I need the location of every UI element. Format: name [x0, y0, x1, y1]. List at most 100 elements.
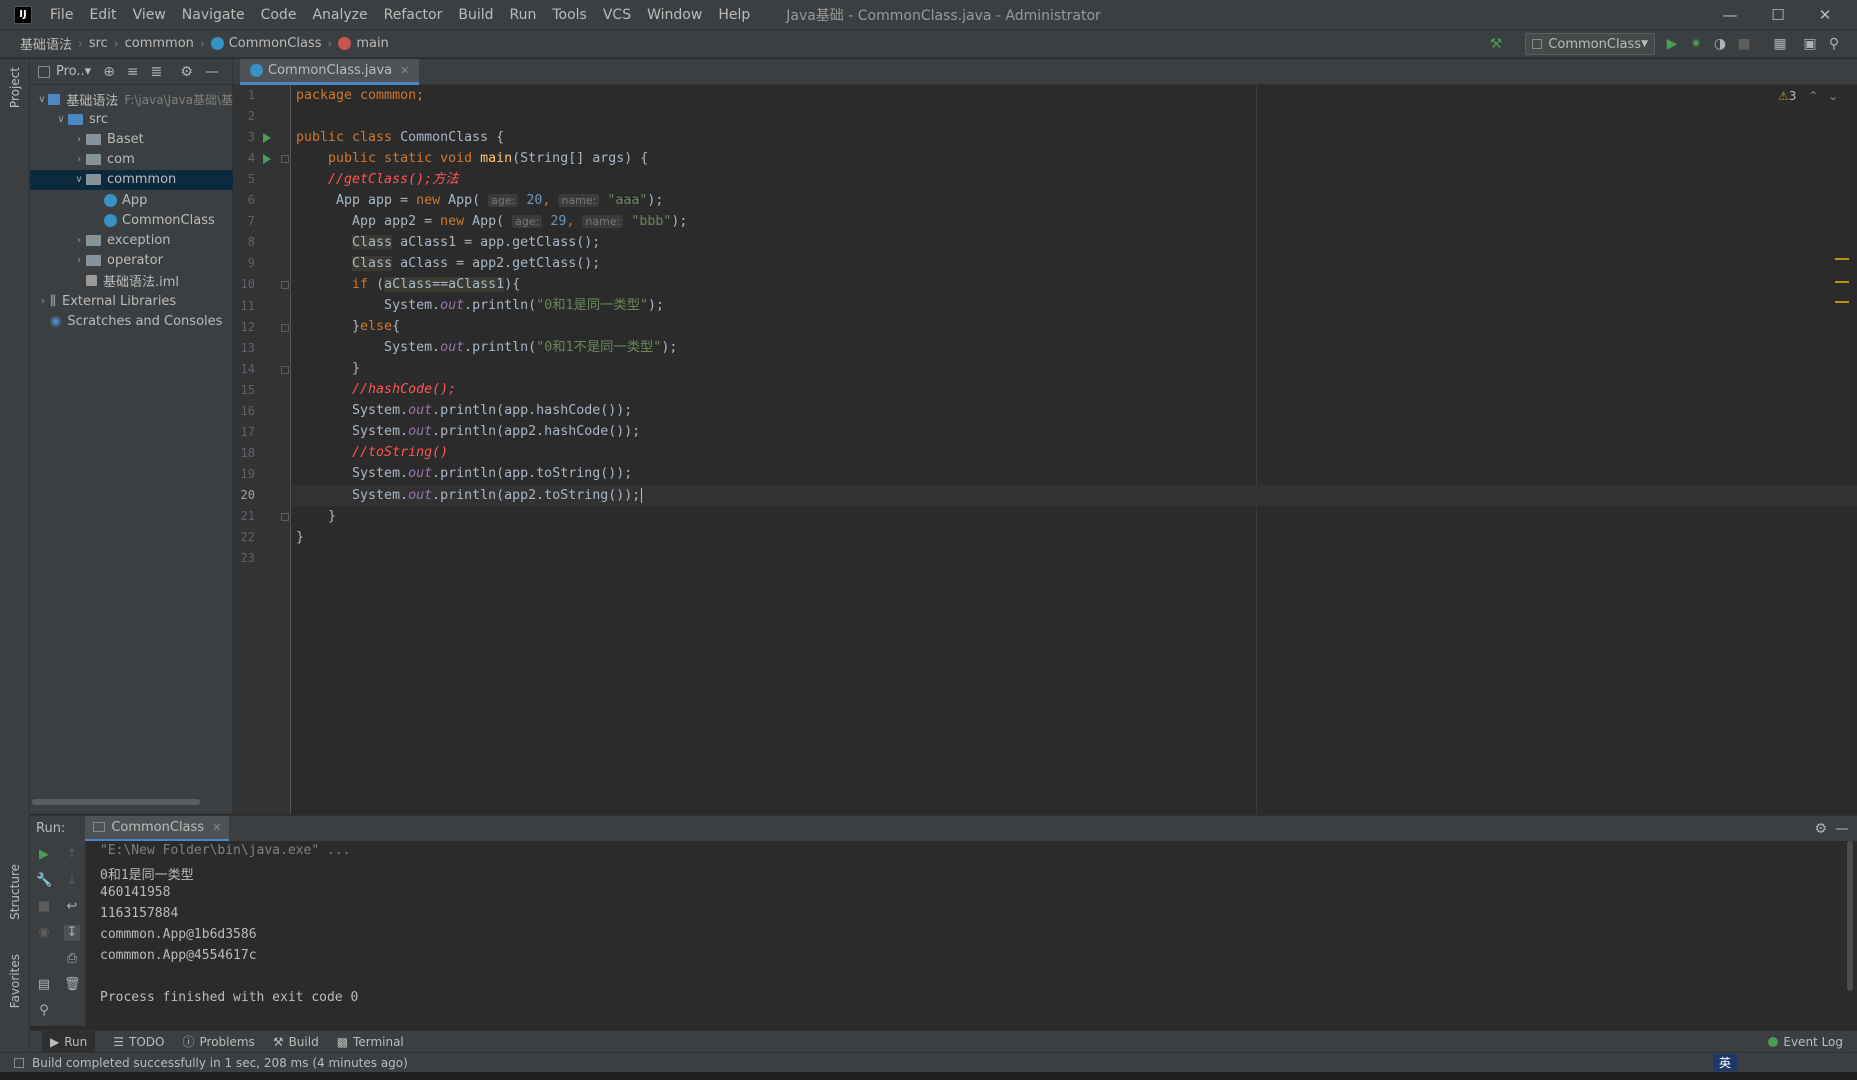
line-number[interactable]: 23 [233, 551, 255, 565]
stop-icon[interactable]: ■ [36, 899, 52, 915]
line-number[interactable]: 19 [233, 467, 255, 481]
warnings-indicator[interactable]: ⚠3 ⌃ ⌄ [1778, 89, 1838, 103]
warning-stripe[interactable] [1835, 301, 1849, 303]
run-gutter-icon[interactable] [263, 133, 271, 144]
line-number[interactable]: 18 [233, 446, 255, 460]
horizontal-scrollbar[interactable] [32, 799, 200, 805]
close-tab-icon[interactable]: ✕ [212, 821, 221, 834]
project-structure-icon[interactable]: ▦ [1770, 34, 1790, 54]
fold-marker-icon[interactable] [281, 365, 289, 374]
line-number[interactable]: 22 [233, 530, 255, 544]
fold-marker-icon[interactable] [281, 155, 289, 164]
menu-run[interactable]: Run [502, 0, 545, 30]
line-number[interactable]: 17 [233, 425, 255, 439]
chevron-right-icon[interactable]: › [72, 235, 86, 246]
warning-stripe[interactable] [1835, 281, 1849, 283]
menu-edit[interactable]: Edit [81, 0, 124, 30]
fold-marker-icon[interactable] [281, 323, 289, 332]
minimize-icon[interactable]: — [1707, 0, 1753, 30]
fold-marker-icon[interactable] [281, 513, 289, 521]
line-number[interactable]: 9 [233, 256, 255, 270]
line-number[interactable]: 5 [233, 172, 255, 186]
layout-icon[interactable]: ▤ [36, 977, 52, 993]
menu-tools[interactable]: Tools [544, 0, 595, 30]
todo-tool-button[interactable]: ☰ TODO [113, 1035, 164, 1049]
scroll-to-end-icon[interactable]: ↧ [64, 925, 80, 941]
line-number[interactable]: 10 [233, 277, 255, 291]
code-editor[interactable]: ⚠3 ⌃ ⌄ package commmon; public class Com… [292, 85, 1857, 814]
run-gutter-icon[interactable] [263, 154, 271, 165]
expand-all-icon[interactable]: ≡ [127, 64, 139, 80]
run-tab-commonclass[interactable]: CommonClass ✕ [85, 815, 230, 842]
menu-file[interactable]: File [42, 0, 81, 30]
tree-item[interactable]: › ⫼ External Libraries [30, 291, 233, 311]
tree-item[interactable]: › exception [30, 230, 233, 250]
breadcrumb-module[interactable]: 基础语法 [20, 34, 72, 53]
chevron-right-icon[interactable]: › [36, 296, 50, 307]
line-number[interactable]: 6 [233, 193, 255, 207]
warning-stripe[interactable] [1835, 258, 1849, 260]
fold-marker-icon[interactable] [281, 281, 289, 290]
line-number[interactable]: 8 [233, 235, 255, 249]
rerun-icon[interactable]: ▶ [36, 847, 52, 863]
tree-item[interactable]: ∨ commmon [30, 169, 233, 190]
debug-icon[interactable]: ✷ [1686, 34, 1706, 54]
chevron-down-icon[interactable]: ⌄ [1828, 89, 1838, 103]
tree-item[interactable]: › com [30, 150, 233, 170]
maximize-icon[interactable]: ☐ [1755, 0, 1801, 30]
line-number[interactable]: 13 [233, 341, 255, 355]
project-tool-tab[interactable]: Project [8, 67, 22, 108]
menu-analyze[interactable]: Analyze [304, 0, 375, 30]
line-number[interactable]: 3 [233, 130, 255, 144]
structure-tool-tab[interactable]: Structure [8, 864, 22, 920]
close-tab-icon[interactable]: ✕ [400, 64, 409, 77]
project-view-selector[interactable]: Pro..▾ [56, 64, 91, 79]
run-icon[interactable]: ▶ [1662, 34, 1682, 54]
event-log-button[interactable]: Event Log [1768, 1035, 1843, 1049]
tree-item[interactable]: 基础语法.iml [30, 271, 233, 291]
menu-code[interactable]: Code [253, 0, 305, 30]
line-number[interactable]: 16 [233, 404, 255, 418]
gear-icon[interactable]: ⚙ [180, 64, 193, 80]
hide-panel-icon[interactable]: — [1835, 821, 1849, 837]
wrench-icon[interactable]: 🔧 [36, 873, 52, 889]
problems-tool-button[interactable]: ⓘ Problems [182, 1033, 254, 1050]
chevron-right-icon[interactable]: › [72, 154, 86, 165]
trash-icon[interactable]: 🗑 [64, 977, 81, 993]
chevron-down-icon[interactable]: ∨ [36, 94, 48, 105]
locate-icon[interactable]: ⊕ [103, 64, 115, 80]
gear-icon[interactable]: ⚙ [1814, 821, 1827, 837]
tree-item[interactable]: ∨ 基础语法 F:\java\Java基础\基 [30, 89, 233, 109]
line-number[interactable]: 12 [233, 320, 255, 334]
stop-icon[interactable]: ■ [1734, 34, 1754, 54]
line-number[interactable]: 14 [233, 362, 255, 376]
console-output[interactable]: "E:\New Folder\bin\java.exe" ... 0和1是同一类… [86, 841, 1857, 1026]
breadcrumb-package[interactable]: commmon [125, 36, 194, 51]
vertical-scrollbar[interactable] [1847, 841, 1853, 991]
tree-item[interactable]: ∨ src [30, 109, 233, 129]
tree-item[interactable]: CommonClass [30, 210, 233, 230]
run-config-dropdown[interactable]: CommonClass ▼ [1525, 33, 1655, 55]
search-icon[interactable]: ⚲ [1824, 34, 1844, 54]
line-number[interactable]: 11 [233, 299, 255, 313]
chevron-up-icon[interactable]: ⌃ [1808, 89, 1818, 103]
line-number[interactable]: 2 [233, 109, 255, 123]
print-icon[interactable]: ⎙ [64, 951, 80, 967]
menu-window[interactable]: Window [639, 0, 710, 30]
tree-item[interactable]: App [30, 190, 233, 210]
collapse-all-icon[interactable]: ≣ [151, 64, 163, 80]
ime-indicator[interactable]: 英 [1712, 1054, 1737, 1071]
chevron-right-icon[interactable]: › [72, 255, 86, 266]
soft-wrap-icon[interactable]: ↩ [64, 899, 80, 915]
tree-item[interactable]: › operator [30, 251, 233, 271]
pin-icon[interactable]: ⚲ [36, 1003, 52, 1019]
favorites-tool-tab[interactable]: Favorites [8, 954, 22, 1008]
line-number[interactable]: 7 [233, 214, 255, 228]
breadcrumb-class[interactable]: CommonClass [210, 36, 322, 51]
menu-help[interactable]: Help [710, 0, 758, 30]
line-number[interactable]: 1 [233, 88, 255, 102]
menu-vcs[interactable]: VCS [595, 0, 639, 30]
coverage-icon[interactable]: ◑ [1710, 34, 1730, 54]
line-number[interactable]: 4 [233, 151, 255, 165]
menu-refactor[interactable]: Refactor [376, 0, 451, 30]
